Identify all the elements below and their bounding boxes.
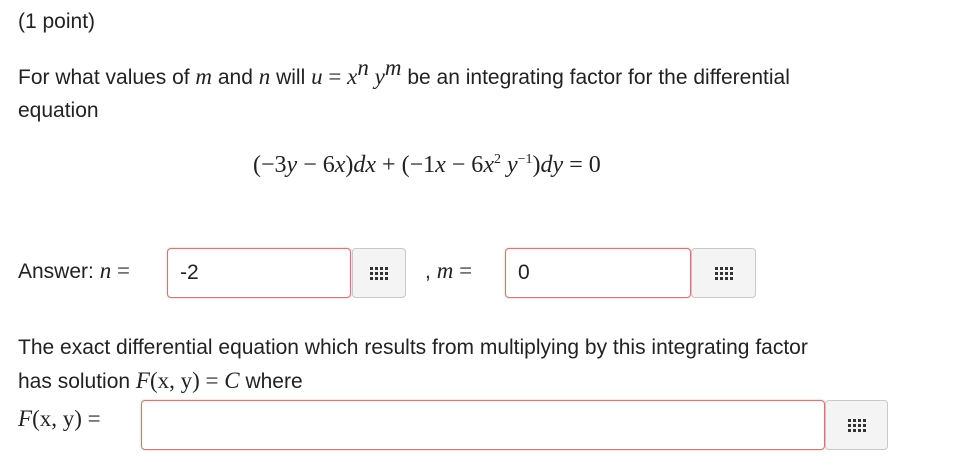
- has-solution-text: has solution: [18, 370, 136, 393]
- eq-x3: x: [483, 152, 494, 178]
- n-equation-editor-button[interactable]: [352, 248, 406, 298]
- question-text: For what values of: [18, 66, 196, 89]
- question-line-2: equation: [18, 99, 99, 122]
- eq-minus6x: − 6: [297, 152, 335, 178]
- answer-var-m: m: [436, 258, 454, 283]
- answer-text: Answer:: [18, 260, 100, 283]
- var-x: x: [347, 64, 358, 89]
- n-input[interactable]: [167, 248, 351, 298]
- question-line-1: For what values of m and n will u = xn y…: [18, 56, 790, 90]
- F-input[interactable]: [141, 400, 825, 450]
- var-n: n: [258, 64, 271, 89]
- second-part-line-1: The exact differential equation which re…: [18, 336, 808, 359]
- eq-x3-exponent: 2: [493, 152, 501, 167]
- y-exponent: m: [384, 55, 402, 80]
- grid-icon: [370, 266, 388, 280]
- eq-y1: y: [286, 152, 298, 178]
- var-u: u: [311, 64, 323, 89]
- F-args: (x, y) =: [149, 368, 225, 393]
- eq-paren-dy: ): [532, 152, 541, 178]
- will-text: will: [270, 66, 312, 89]
- where-text: where: [239, 370, 303, 393]
- eq-minus6: − 6: [445, 152, 484, 178]
- var-m: m: [195, 64, 213, 89]
- F-label-symbol: F: [18, 406, 33, 431]
- m-equation-editor-button[interactable]: [691, 248, 756, 298]
- eq-rhs: = 0: [563, 152, 601, 178]
- F-label-args: (x, y) =: [32, 406, 101, 431]
- eq-y2: y: [506, 152, 518, 178]
- C-symbol: C: [224, 368, 240, 393]
- equals-sign: =: [322, 64, 348, 89]
- and-text: and: [212, 66, 259, 89]
- answer-m-eq: =: [453, 258, 473, 283]
- x-exponent: n: [357, 55, 369, 80]
- F-label: F(x, y) =: [18, 406, 101, 432]
- answer-var-n: n: [99, 258, 112, 283]
- comma: ,: [425, 260, 431, 283]
- answer-label: Answer: n =: [18, 258, 130, 284]
- eq-x1: x: [334, 152, 346, 178]
- differential-equation: (−3y − 6x)dx + (−1x − 6x2 y−1)dy = 0: [253, 152, 601, 179]
- eq-plus: + (−1: [376, 152, 436, 178]
- m-label: , m =: [425, 258, 472, 284]
- F-equation-editor-button[interactable]: [825, 400, 888, 450]
- eq-dx: dx: [353, 152, 377, 178]
- eq-y2-exponent: −1: [517, 152, 533, 167]
- F-symbol: F: [135, 368, 150, 393]
- question-text-after: be an integrating factor for the differe…: [401, 66, 790, 89]
- var-y: y: [374, 64, 385, 89]
- answer-eq: =: [111, 258, 130, 283]
- grid-icon: [847, 418, 866, 432]
- eq-left: (−3: [253, 152, 287, 178]
- eq-x2: x: [435, 152, 446, 178]
- grid-icon: [714, 266, 733, 280]
- second-part-line-2: has solution F(x, y) = C where: [18, 368, 303, 394]
- eq-dy: dy: [540, 152, 564, 178]
- m-input[interactable]: [505, 248, 691, 298]
- points-label: (1 point): [18, 10, 96, 33]
